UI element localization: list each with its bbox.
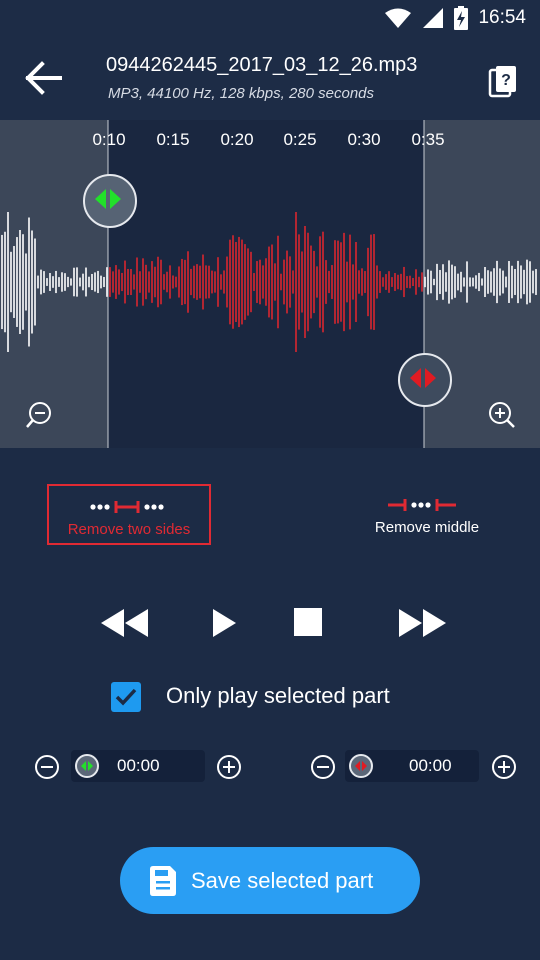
start-time-value: 00:00 [117, 756, 160, 775]
app-toolbar: 0944262445_2017_03_12_26.mp3 MP3, 44100 … [0, 38, 540, 120]
drag-arrows-icon [410, 368, 436, 388]
arrow-left-icon [25, 61, 62, 95]
checkmark-icon [115, 688, 137, 706]
fast-forward-icon [399, 609, 446, 637]
only-play-selected-label: Only play selected part [166, 683, 390, 708]
end-time-decrease-button[interactable] [311, 755, 335, 779]
play-icon [213, 609, 236, 637]
wifi-icon [385, 8, 412, 28]
time-tick: 0:25 [283, 130, 317, 149]
battery-charging-icon [454, 6, 469, 30]
svg-text:?: ? [501, 72, 511, 89]
zoom-out-button[interactable] [24, 400, 54, 430]
stop-icon [294, 608, 322, 636]
trim-sides-icon [90, 501, 164, 513]
remove-two-sides-label: Remove two sides [67, 521, 191, 538]
end-time-display: 00:00 [345, 750, 479, 782]
end-time-increase-button[interactable] [492, 755, 516, 779]
stop-button[interactable] [293, 607, 323, 637]
time-tick: 0:20 [220, 130, 254, 149]
fast-forward-button[interactable] [396, 606, 448, 640]
save-selected-part-label: Save selected part [191, 868, 374, 893]
only-play-selected-checkbox[interactable] [111, 682, 141, 712]
rewind-button[interactable] [99, 606, 151, 640]
save-selected-part-button[interactable]: Save selected part [120, 847, 420, 914]
start-time-decrease-button[interactable] [35, 755, 59, 779]
file-title: 0944262445_2017_03_12_26.mp3 [106, 54, 418, 76]
waveform-editor[interactable]: 0:10 0:15 0:20 0:25 0:30 0:35 [0, 120, 540, 448]
zoom-in-icon [489, 402, 515, 428]
status-time: 16:54 [478, 7, 526, 28]
back-button[interactable] [20, 58, 66, 98]
rewind-icon [101, 609, 148, 637]
time-tick: 0:35 [411, 130, 445, 149]
start-time-display: 00:00 [71, 750, 205, 782]
play-button[interactable] [209, 606, 239, 640]
end-marker-mini-icon [349, 754, 373, 778]
status-bar: 16:54 [0, 0, 540, 38]
zoom-in-button[interactable] [487, 400, 517, 430]
cell-signal-icon [423, 8, 444, 28]
time-tick: 0:10 [92, 130, 126, 149]
time-tick: 0:30 [347, 130, 381, 149]
start-time-increase-button[interactable] [217, 755, 241, 779]
trim-middle-icon [388, 499, 456, 511]
end-time-value: 00:00 [409, 756, 452, 775]
file-details: MP3, 44100 Hz, 128 kbps, 280 seconds [108, 85, 375, 102]
remove-middle-button[interactable]: Remove middle [356, 484, 498, 545]
start-marker-mini-icon [75, 754, 99, 778]
help-button[interactable]: ? [484, 62, 524, 102]
remove-middle-label: Remove middle [374, 519, 480, 536]
start-marker-handle[interactable] [83, 174, 137, 228]
save-icon [150, 866, 176, 896]
time-tick: 0:15 [156, 130, 190, 149]
remove-two-sides-button[interactable]: Remove two sides [47, 484, 211, 545]
status-icons: 16:54 [384, 6, 526, 30]
end-marker-handle[interactable] [398, 353, 452, 407]
help-document-icon: ? [488, 66, 516, 98]
drag-arrows-icon [95, 189, 121, 209]
zoom-out-icon [26, 402, 51, 428]
waveform[interactable] [0, 120, 540, 448]
